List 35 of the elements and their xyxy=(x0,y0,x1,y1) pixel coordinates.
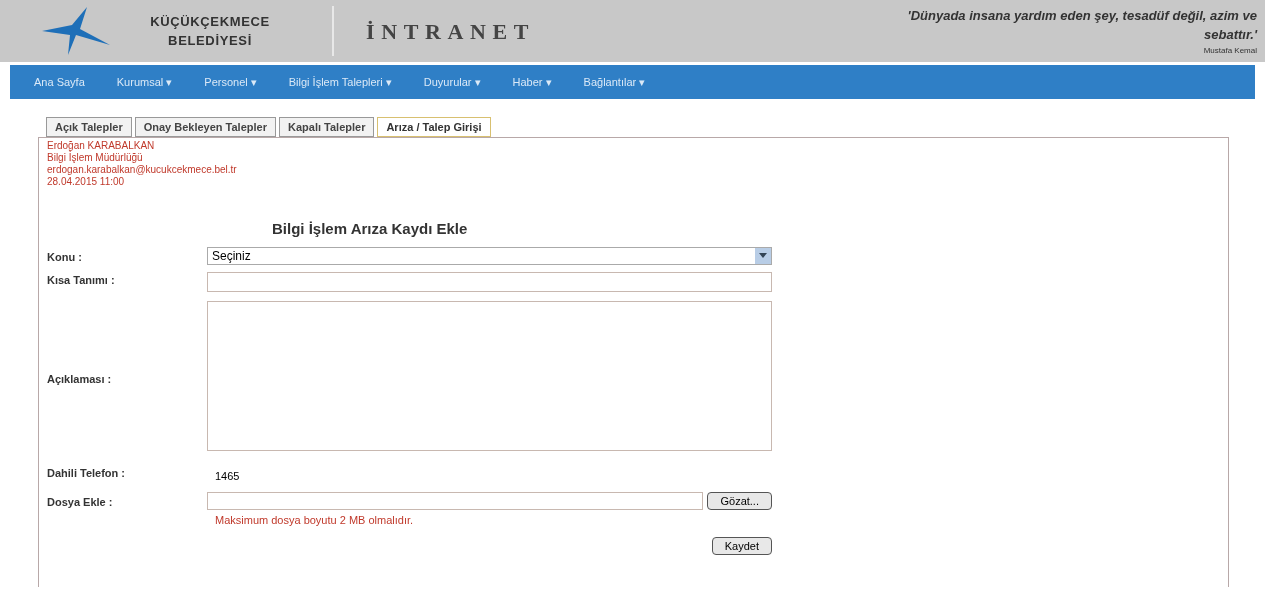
quote-author: Mustafa Kemal xyxy=(1203,44,1257,57)
input-field[interactable] xyxy=(207,272,772,292)
user-info-text: erdogan.karabalkan@kucukcekmece.bel.tr xyxy=(47,164,238,176)
logo-text: KÜÇÜKÇEKMECE xyxy=(150,12,270,31)
tab[interactable]: Arıza / Talep Girişi xyxy=(377,117,491,137)
field-label: Dosya Ekle : xyxy=(47,495,114,510)
nav-link[interactable]: Personel ▾ xyxy=(204,73,257,91)
tab[interactable]: Açık Talepler xyxy=(46,117,132,137)
quote-text: 'Dünyada insana yardım eden şey, tesadüf değil, azim ve xyxy=(907,6,1257,25)
description-field[interactable] xyxy=(207,301,772,451)
browse-button[interactable]: Gözat... xyxy=(707,492,772,510)
field-label: Dahili Telefon : xyxy=(47,466,127,481)
nav-link[interactable]: Duyurular ▾ xyxy=(423,73,481,91)
field-label: Açıklaması : xyxy=(47,372,113,388)
site-title: İNTRANET xyxy=(366,17,535,46)
form-title: Bilgi İşlem Arıza Kaydı Ekle xyxy=(272,219,469,239)
nav-link[interactable]: Bilgi İşlem Talepleri ▾ xyxy=(288,73,392,91)
field-label: Konu : xyxy=(47,249,83,265)
nav-link[interactable]: Haber ▾ xyxy=(512,73,552,91)
file-size-note: Maksimum dosya boyutu 2 MB olmalıdır. xyxy=(214,513,415,528)
tab[interactable]: Onay Bekleyen Talepler xyxy=(134,117,276,137)
phone-value: 1465 xyxy=(214,470,240,482)
quote-text: sebattır.' xyxy=(1204,26,1257,44)
save-button[interactable]: Kaydet xyxy=(711,536,772,555)
nav-link[interactable]: Ana Sayfa xyxy=(34,73,85,91)
logo-text: BELEDİYESİ xyxy=(168,32,252,50)
tab[interactable]: Kapalı Talepler xyxy=(279,117,375,137)
user-info-text: 28.04.2015 11:00 xyxy=(47,176,126,188)
field-label: Kısa Tanımı : xyxy=(47,273,116,288)
user-info-text: Bilgi İşlem Müdürlüğü xyxy=(47,152,144,164)
user-info-text: Erdoğan KARABALKAN xyxy=(47,140,156,152)
nav-link[interactable]: Bağlantılar ▾ xyxy=(583,73,646,91)
topic-select[interactable]: Seçiniz xyxy=(207,246,772,265)
nav-link[interactable]: Kurumsal ▾ xyxy=(116,73,173,91)
file-field[interactable] xyxy=(207,492,704,510)
